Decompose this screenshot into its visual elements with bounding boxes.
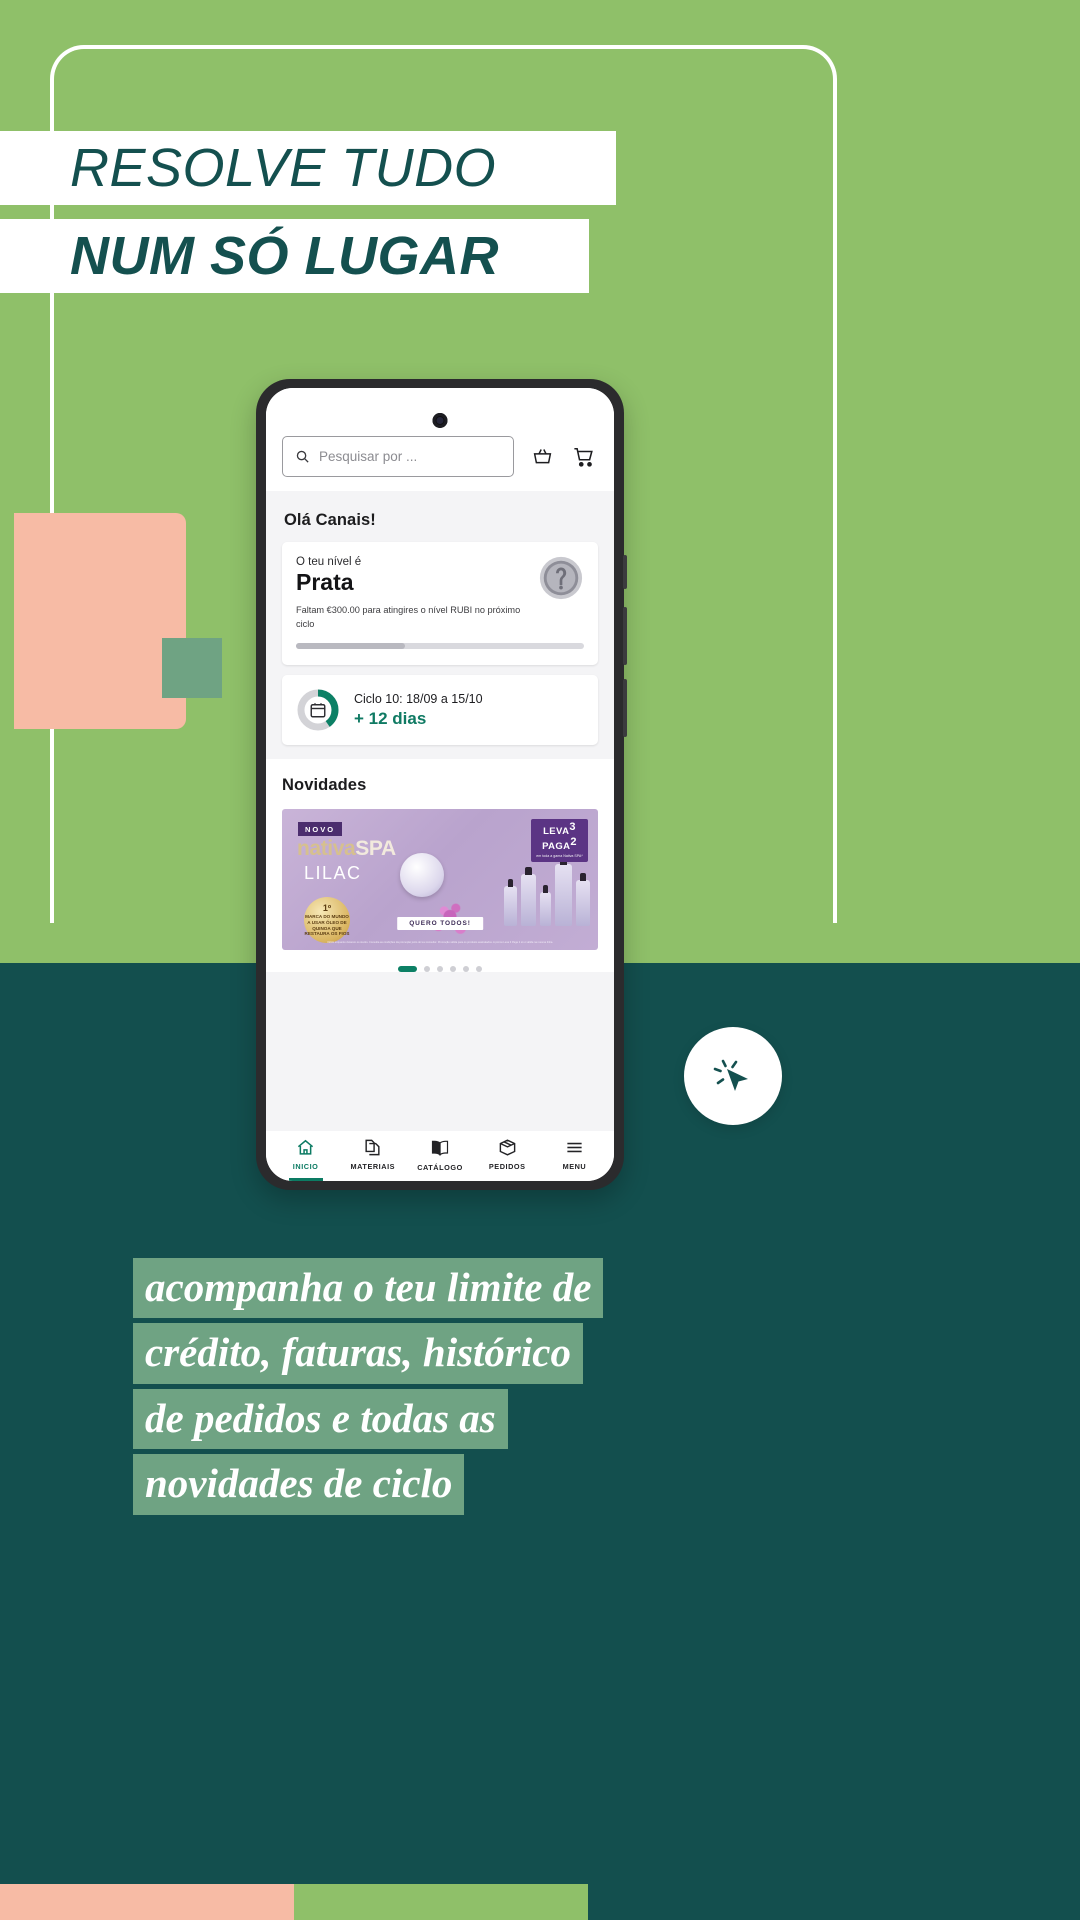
promo-seal-number: 1º [322, 903, 332, 914]
tab-inicio[interactable]: INICIO [272, 1138, 339, 1172]
headline-band-2: NUM SÓ LUGAR [0, 219, 589, 293]
headline-line-1: RESOLVE TUDO [70, 138, 497, 198]
bottom-navigation: INICIO MATERIAIS CATÁLOGO PEDIDOS MENU [266, 1131, 614, 1181]
carousel-dot-5[interactable] [463, 966, 469, 973]
footer-strip-teal [588, 1884, 1080, 1920]
home-icon [297, 1139, 314, 1155]
paragraph-line-4: novidades de ciclo [133, 1454, 465, 1515]
promo-novo-tag: NOVO [298, 822, 343, 837]
carousel-dot-1[interactable] [398, 966, 417, 973]
tab-pedidos-label: PEDIDOS [488, 1162, 526, 1171]
paragraph-line-1: acompanha o teu limite de [133, 1258, 604, 1319]
basket-icon [533, 449, 551, 464]
promo-seal-text: MARCA DO MUNDO A USAR ÓLEO DE QUINOA QUE… [304, 914, 350, 937]
hamburger-icon [567, 1142, 582, 1153]
tab-materiais-label: MATERIAIS [350, 1162, 396, 1171]
promo-seal: 1º MARCA DO MUNDO A USAR ÓLEO DE QUINOA … [304, 897, 350, 944]
tab-catalogo-label: CATÁLOGO [417, 1163, 463, 1172]
calendar-icon [310, 703, 326, 718]
book-icon [431, 1140, 449, 1156]
tab-pedidos[interactable]: PEDIDOS [474, 1138, 541, 1172]
documents-icon [365, 1139, 380, 1156]
cart-icon [574, 447, 593, 467]
news-title: Novidades [282, 776, 367, 795]
click-cursor-badge [684, 1027, 782, 1125]
search-input[interactable]: Pesquisar por ... [282, 436, 514, 477]
promo-brand-b: SPA [355, 837, 396, 861]
headline-band-1: RESOLVE TUDO [0, 131, 616, 205]
decorative-sage-square [162, 638, 222, 698]
promo-offer-badge: LEVA3 PAGA2 em toda a gama Nativa SPA* [531, 819, 588, 863]
promo-offer-num2: 2 [570, 835, 577, 848]
phone-mockup: Pesquisar por ... Olá Canais! O teu níve… [256, 379, 627, 1190]
box-icon [499, 1139, 516, 1156]
poster-paragraph: acompanha o teu limite de crédito, fatur… [133, 1258, 963, 1520]
decorative-peach-block [14, 513, 186, 729]
promo-cta-button[interactable]: QUERO TODOS! [397, 917, 483, 931]
promo-variant: LILAC [304, 863, 362, 884]
carousel-dot-3[interactable] [437, 966, 443, 973]
footer-strip-peach [0, 1884, 294, 1920]
level-progress-bar [296, 643, 584, 650]
headline-line-2: NUM SÓ LUGAR [70, 226, 499, 286]
phone-button-power [623, 679, 627, 737]
promo-product-jar [400, 853, 444, 898]
carousel-dot-2[interactable] [424, 966, 430, 973]
search-icon [296, 450, 309, 463]
tab-menu-label: MENU [562, 1162, 587, 1171]
phone-button-volume-up [623, 607, 627, 665]
carousel-dot-4[interactable] [450, 966, 456, 973]
promo-banner[interactable]: NOVO nativaSPA LILAC 1º MARCA DO MUNDO A… [282, 809, 598, 951]
app-top-bar: Pesquisar por ... [266, 388, 614, 491]
phone-screen: Pesquisar por ... Olá Canais! O teu níve… [266, 388, 614, 1181]
search-placeholder: Pesquisar por ... [319, 449, 418, 464]
poster-canvas: RESOLVE TUDO NUM SÓ LUGAR Pesquisar por … [0, 0, 1080, 1920]
footer-strip-green [294, 1884, 588, 1920]
level-card[interactable]: O teu nível é Prata Faltam €300.00 para … [282, 542, 598, 666]
news-panel: Novidades NOVO nativaSPA LILAC 1º MARCA … [266, 759, 614, 973]
basket-button[interactable] [528, 443, 556, 471]
promo-offer-note: em toda a gama Nativa SPA* [536, 854, 583, 859]
cycle-days: + 12 dias [354, 708, 427, 728]
promo-product-bottles [504, 852, 590, 927]
paragraph-line-3: de pedidos e todas as [133, 1388, 508, 1450]
click-cursor-icon [713, 1059, 748, 1091]
tab-inicio-label: INICIO [292, 1162, 319, 1171]
paragraph-line-2: crédito, faturas, histórico [133, 1323, 583, 1384]
cart-button[interactable] [570, 443, 598, 471]
tab-materiais[interactable]: MATERIAIS [339, 1138, 406, 1172]
tab-menu[interactable]: MENU [541, 1138, 608, 1172]
tab-catalogo[interactable]: CATÁLOGO [406, 1138, 473, 1172]
greeting-text: Olá Canais! [284, 511, 376, 529]
carousel-dots[interactable] [282, 950, 598, 973]
cycle-card[interactable]: Ciclo 10: 18/09 a 15/10 + 12 dias [282, 675, 598, 746]
silver-medal-icon [539, 556, 583, 600]
promo-brand-a: nativa [297, 837, 356, 861]
carousel-dot-6[interactable] [476, 966, 482, 973]
promo-brand: nativaSPA [297, 837, 396, 861]
promo-offer-line2: PAGA [542, 840, 571, 852]
phone-button-mute [623, 555, 627, 589]
app-scroll-body[interactable]: Olá Canais! O teu nível é Prata Faltam €… [266, 491, 614, 1131]
footer-color-strips [0, 1884, 1080, 1920]
promo-legal-text: Válido enquanto durarem os stocks. Consu… [326, 941, 554, 945]
cycle-title: Ciclo 10: 18/09 a 15/10 [354, 691, 483, 706]
promo-offer-line1: LEVA [543, 826, 570, 838]
promo-offer-num1: 3 [569, 821, 576, 834]
level-note: Faltam €300.00 para atingires o nível RU… [296, 605, 521, 629]
cycle-progress-ring [296, 688, 340, 732]
front-camera [432, 413, 448, 428]
